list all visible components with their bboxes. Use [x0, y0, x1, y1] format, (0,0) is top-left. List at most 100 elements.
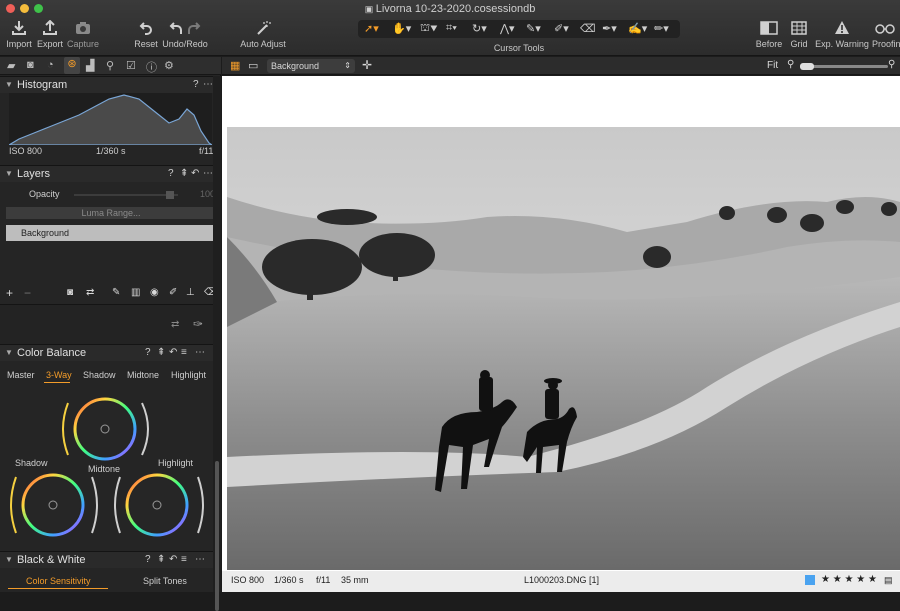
- collapse-triangle-icon[interactable]: ▼: [5, 169, 13, 178]
- reset-icon[interactable]: ↶: [169, 347, 177, 358]
- histogram-iso: ISO 800: [9, 146, 43, 156]
- reset-icon[interactable]: ↶: [169, 554, 177, 565]
- info-toggle-icon[interactable]: ▤: [884, 575, 893, 586]
- zoom-level[interactable]: Fit: [767, 60, 778, 71]
- layer-row-background[interactable]: Background: [6, 225, 216, 241]
- help-icon[interactable]: ?: [168, 168, 174, 179]
- radial-icon[interactable]: ◉: [150, 287, 159, 298]
- panel-scrollbar[interactable]: [213, 76, 221, 611]
- import-button[interactable]: Import: [4, 20, 34, 49]
- keystone-tool-icon[interactable]: ⋀▾: [500, 22, 515, 35]
- pen-icon[interactable]: ✐: [169, 287, 177, 298]
- auto-icon[interactable]: ⇞: [180, 168, 188, 179]
- metadata-tab-icon[interactable]: ⓘ: [146, 59, 157, 75]
- crop-tool-icon[interactable]: ⌗▾: [446, 22, 457, 35]
- more-options-icon[interactable]: ⋯: [195, 554, 205, 565]
- rotate-tool-icon[interactable]: ↻▾: [472, 22, 487, 35]
- black-white-panel-header[interactable]: ▼ Black & White ? ⇞ ↶ ≡ ⋯: [0, 551, 213, 568]
- opacity-slider[interactable]: [74, 191, 178, 199]
- mask-icon[interactable]: ◙: [67, 287, 73, 298]
- swap-mask-icon[interactable]: ⇄: [171, 319, 179, 330]
- stamp-icon[interactable]: ⊥: [186, 287, 195, 298]
- picker-icon[interactable]: ✑: [193, 317, 203, 331]
- brush-icon[interactable]: ✎: [112, 287, 120, 298]
- auto-adjust-button[interactable]: Auto Adjust: [238, 20, 288, 49]
- pen-tool-icon[interactable]: ✒▾: [602, 22, 617, 35]
- reset-button[interactable]: Reset: [132, 20, 160, 49]
- auto-icon[interactable]: ⇞: [157, 554, 165, 565]
- more-options-icon[interactable]: ⋯: [203, 79, 213, 90]
- details-tab-icon[interactable]: ⚲: [106, 59, 114, 72]
- variant-selector[interactable]: Background ⇕: [267, 59, 355, 73]
- gradient-icon[interactable]: ▥: [131, 287, 140, 298]
- tab-color-sensitivity[interactable]: Color Sensitivity: [26, 576, 91, 586]
- more-options-icon[interactable]: ⋯: [195, 347, 205, 358]
- spot-tool-icon[interactable]: ✎▾: [526, 22, 541, 35]
- layers-panel-header[interactable]: ▼ Layers ? ⇞ ↶ ⋯: [0, 165, 213, 182]
- brush-tool-icon[interactable]: ✐▾: [554, 22, 569, 35]
- tab-highlight[interactable]: Highlight: [171, 370, 206, 380]
- presets-icon[interactable]: ≡: [181, 347, 187, 358]
- zoom-in-icon[interactable]: ⚲: [888, 59, 895, 70]
- zoom-out-icon[interactable]: ⚲: [787, 59, 794, 70]
- capture-button[interactable]: Capture: [66, 20, 100, 49]
- annotate-tool-icon[interactable]: ✏▾: [654, 22, 669, 35]
- export-button[interactable]: Export: [36, 20, 64, 49]
- image-viewer[interactable]: [222, 76, 900, 571]
- collapse-triangle-icon[interactable]: ▼: [5, 348, 13, 357]
- exposure-tab-icon[interactable]: ▟: [86, 59, 94, 72]
- grid-button[interactable]: Grid: [788, 20, 810, 49]
- highlight-color-wheel[interactable]: [112, 471, 212, 539]
- exposure-warning-button[interactable]: Exp. Warning: [815, 20, 869, 49]
- color-balance-panel-header[interactable]: ▼ Color Balance ? ⇞ ↶ ≡ ⋯: [0, 344, 213, 361]
- help-icon[interactable]: ?: [193, 79, 199, 90]
- histogram-aperture: f/11: [199, 146, 214, 156]
- collapse-triangle-icon[interactable]: ▼: [5, 80, 13, 89]
- presets-icon[interactable]: ≡: [181, 554, 187, 565]
- luma-range-button[interactable]: Luma Range...: [6, 207, 216, 219]
- status-iso: ISO 800: [231, 575, 265, 585]
- adjustments-tab-icon[interactable]: ☑: [126, 59, 136, 72]
- collapse-triangle-icon[interactable]: ▼: [5, 555, 13, 564]
- status-bar: ISO 800 1/360 s f/11 35 mm L1000203.DNG …: [222, 571, 900, 592]
- color-label-swatch[interactable]: [805, 575, 815, 585]
- add-variant-icon[interactable]: ✛: [362, 58, 372, 72]
- multi-view-icon[interactable]: ▦: [230, 59, 240, 72]
- pan-tool-icon[interactable]: ✋▾: [392, 22, 411, 35]
- swap-icon[interactable]: ⇄: [86, 287, 94, 298]
- library-tab-icon[interactable]: ▰: [7, 59, 15, 72]
- photo-black-white-horse-riders[interactable]: [227, 127, 900, 570]
- midtone-color-wheel[interactable]: [62, 395, 157, 475]
- tab-midtone[interactable]: Midtone: [127, 370, 159, 380]
- before-button[interactable]: Before: [755, 20, 783, 49]
- proofing-button[interactable]: Proofing: [872, 20, 900, 49]
- picker-tool-icon[interactable]: ✍▾: [628, 22, 647, 35]
- color-tab-icon[interactable]: ⊛: [64, 57, 80, 74]
- single-view-icon[interactable]: ▭: [248, 59, 258, 72]
- tab-master[interactable]: Master: [7, 370, 35, 380]
- auto-icon[interactable]: ⇞: [157, 347, 165, 358]
- output-tab-icon[interactable]: ⚙: [164, 59, 174, 72]
- tab-3-way[interactable]: 3-Way: [46, 370, 72, 380]
- panel-scrollbar-thumb[interactable]: [215, 461, 219, 611]
- undo-redo-button[interactable]: Undo/Redo: [162, 20, 208, 49]
- reset-icon[interactable]: ↶: [191, 168, 199, 179]
- shadow-color-wheel[interactable]: [8, 471, 103, 539]
- lens-tab-icon[interactable]: ◔: [47, 59, 54, 71]
- select-cursor-icon[interactable]: ➚▾: [364, 22, 379, 35]
- loupe-tool-icon[interactable]: ⛫▾: [420, 22, 438, 36]
- opacity-slider-handle[interactable]: [166, 191, 174, 199]
- tab-split-tones[interactable]: Split Tones: [143, 576, 187, 586]
- add-layer-icon[interactable]: +: [6, 286, 13, 300]
- histogram-panel-header[interactable]: ▼ Histogram ? ⋯: [0, 76, 213, 93]
- tab-shadow[interactable]: Shadow: [83, 370, 116, 380]
- zoom-slider-thumb[interactable]: [800, 63, 814, 70]
- help-icon[interactable]: ?: [145, 554, 151, 565]
- capture-tab-icon[interactable]: ◙: [27, 59, 34, 71]
- eraser-tool-icon[interactable]: ⌫: [580, 22, 596, 35]
- zoom-slider[interactable]: [800, 63, 888, 70]
- more-options-icon[interactable]: ⋯: [203, 168, 213, 179]
- remove-layer-icon[interactable]: −: [24, 286, 31, 300]
- star-rating[interactable]: ★ ★ ★ ★ ★: [821, 574, 877, 585]
- help-icon[interactable]: ?: [145, 347, 151, 358]
